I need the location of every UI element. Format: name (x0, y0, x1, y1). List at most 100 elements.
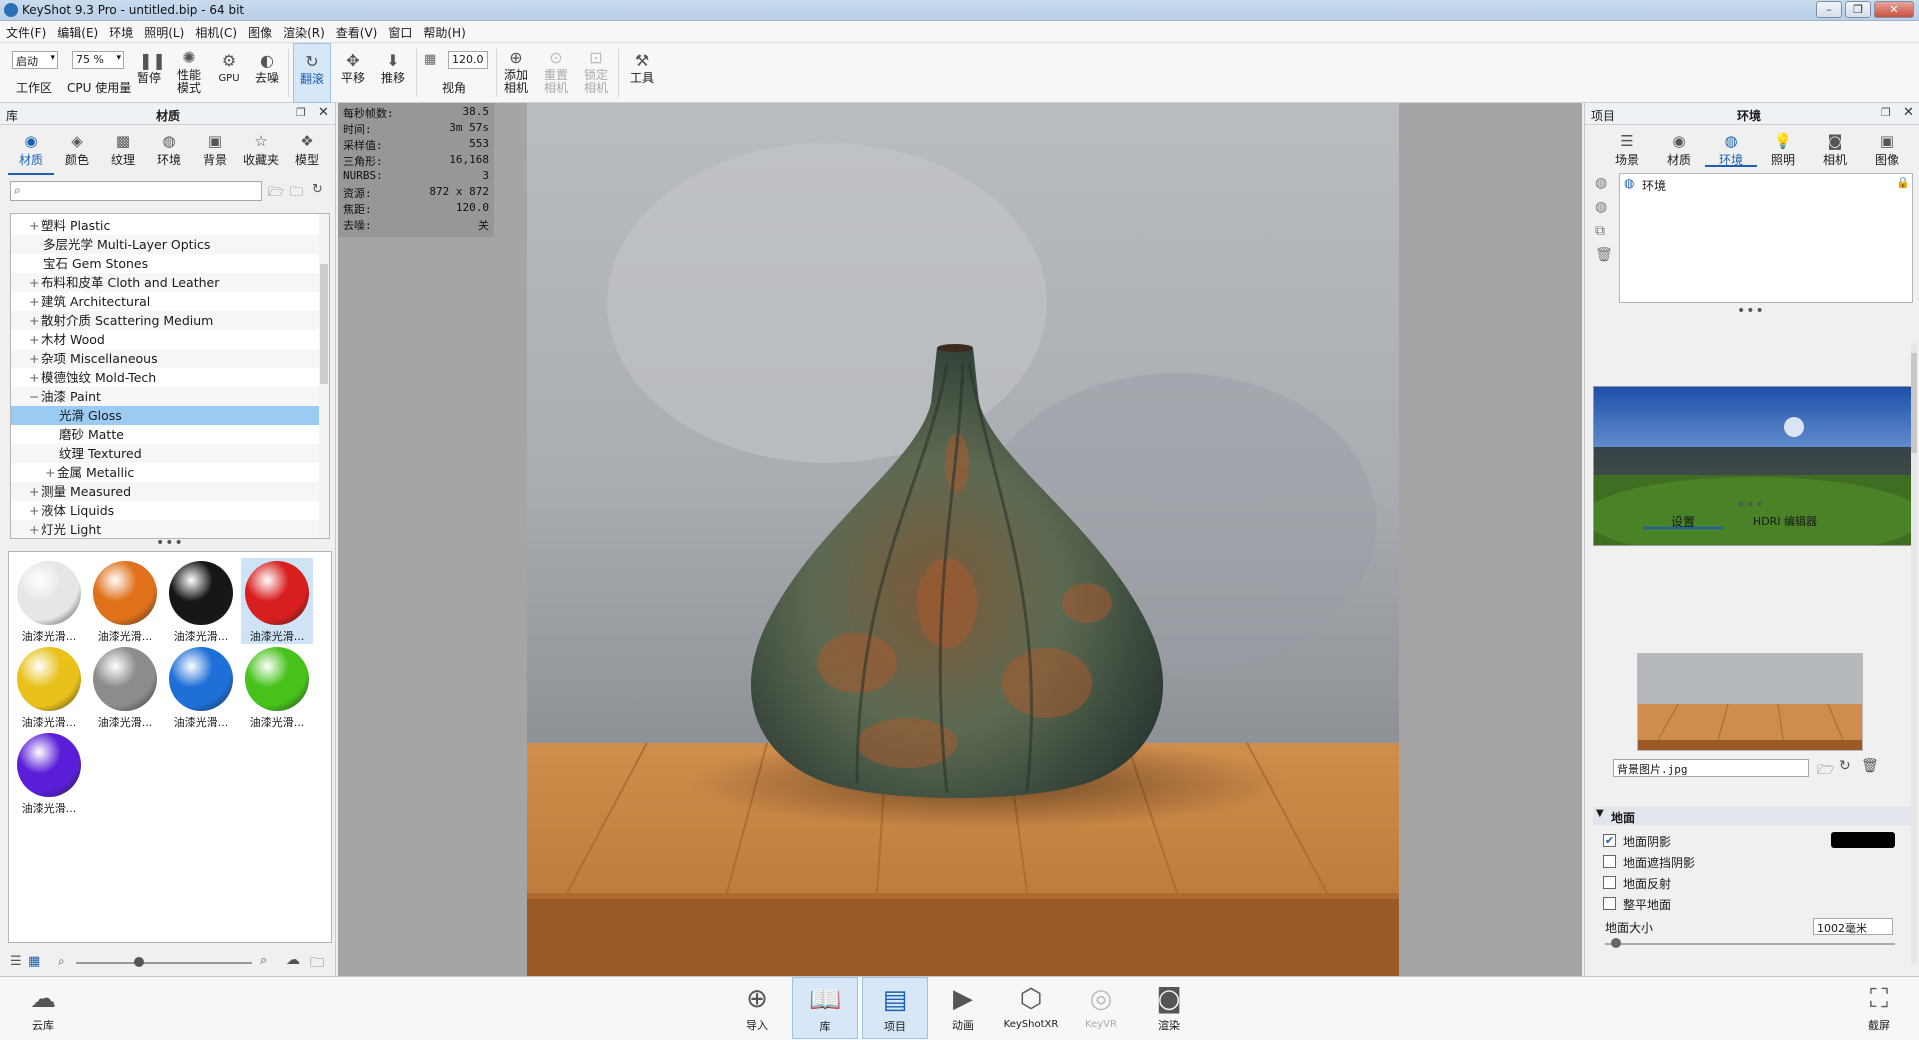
menu-edit[interactable]: 编辑(E) (51, 21, 103, 41)
add-environment-icon[interactable]: ◍ (1595, 175, 1607, 191)
splitter-handle-icon[interactable]: ••• (1737, 303, 1765, 319)
subtab-settings[interactable]: 设置 (1643, 513, 1723, 529)
tab-environment[interactable]: ◍ 环境 (1705, 127, 1757, 167)
undock-icon[interactable]: ❐ (296, 106, 306, 119)
tree-item-gloss[interactable]: 光滑 Gloss (11, 406, 319, 425)
close-panel-icon[interactable]: ✕ (1903, 105, 1914, 120)
ground-occlusion-checkbox[interactable] (1603, 855, 1616, 868)
animation-button[interactable]: ▶ 动画 (930, 977, 996, 1039)
tree-item-multilayer[interactable]: 多层光学 Multi-Layer Optics (11, 235, 319, 254)
tree-item-mold-tech[interactable]: + 模德蚀纹 Mold-Tech (11, 368, 319, 387)
background-image-thumbnail[interactable] (1637, 653, 1863, 751)
tree-item-architectural[interactable]: + 建筑 Architectural (11, 292, 319, 311)
close-window-button[interactable]: ✕ (1874, 1, 1914, 18)
ground-section-header[interactable]: ▼ 地面 (1593, 807, 1913, 825)
add-camera-button[interactable]: ⊕ 添加相机 (500, 43, 532, 103)
menu-help[interactable]: 帮助(H) (417, 21, 470, 41)
tab-colors[interactable]: ◈ 颜色 (54, 127, 100, 175)
tab-backplates[interactable]: ▣ 背景 (192, 127, 238, 175)
material-thumb[interactable]: 油漆光滑... (13, 730, 85, 816)
zoom-out-icon[interactable]: ⌕ (58, 954, 65, 969)
material-thumb[interactable]: 油漆光滑... (89, 558, 161, 644)
refresh-icon[interactable]: ↻ (1839, 758, 1851, 774)
menu-render[interactable]: 渲染(R) (277, 21, 330, 41)
menu-environment[interactable]: 环境 (103, 21, 138, 41)
ground-shadow-color-swatch[interactable] (1831, 832, 1895, 848)
menu-image[interactable]: 图像 (242, 21, 277, 41)
screenshot-button[interactable]: ⛶ 截屏 (1846, 977, 1912, 1039)
refresh-icon[interactable]: ↻ (312, 182, 323, 197)
tree-item-cloth[interactable]: + 布料和皮革 Cloth and Leather (11, 273, 319, 292)
tab-image[interactable]: ▣ 图像 (1861, 127, 1913, 167)
cloud-library-button[interactable]: ☁ 云库 (10, 977, 76, 1039)
tree-item-plastic[interactable]: + 塑料 Plastic (11, 216, 319, 235)
list-view-icon[interactable]: ☰ (10, 954, 22, 969)
ground-reflection-checkbox[interactable] (1603, 876, 1616, 889)
tab-scene[interactable]: ☰ 场景 (1601, 127, 1653, 167)
tab-models[interactable]: ❖ 模型 (284, 127, 330, 175)
tools-button[interactable]: ⚒ 工具 (624, 43, 660, 103)
material-thumb[interactable]: 油漆光滑... (13, 558, 85, 644)
menu-file[interactable]: 文件(F) (0, 21, 51, 41)
ground-size-input[interactable]: 1002毫米 (1813, 918, 1893, 935)
tab-camera[interactable]: ◙ 相机 (1809, 127, 1861, 167)
keyvr-button[interactable]: ◎ KeyVR (1068, 977, 1134, 1039)
folder-icon[interactable]: 🗀 (310, 952, 324, 976)
lock-camera-button[interactable]: ⊡ 锁定相机 (580, 43, 612, 103)
zoom-in-icon[interactable]: ⌕ (260, 953, 267, 968)
field-of-view-input[interactable]: 120.0 (448, 51, 488, 69)
grid-view-icon[interactable]: ▦ (28, 954, 40, 969)
performance-mode-button[interactable]: ✺ 性能模式 (172, 43, 206, 103)
splitter-handle-icon[interactable]: ••• (156, 535, 184, 551)
dolly-button[interactable]: ⬇ 推移 (376, 43, 410, 103)
slider-handle[interactable] (1611, 938, 1621, 948)
material-thumb[interactable]: 油漆光滑... (241, 558, 313, 644)
cpu-usage-dropdown[interactable]: 75 % (72, 51, 124, 69)
menu-camera[interactable]: 相机(C) (189, 21, 242, 41)
tree-item-miscellaneous[interactable]: + 杂项 Miscellaneous (11, 349, 319, 368)
material-thumb[interactable]: 油漆光滑... (89, 644, 161, 730)
cloud-upload-icon[interactable]: ☁ (286, 952, 300, 968)
workspace-dropdown[interactable]: 启动 (12, 51, 58, 69)
subtab-hdri-editor[interactable]: HDRI 编辑器 (1735, 513, 1835, 529)
tree-item-gem-stones[interactable]: 宝石 Gem Stones (11, 254, 319, 273)
trash-icon[interactable]: 🗑 (1595, 247, 1613, 263)
splitter-handle-icon[interactable]: ••• (1737, 497, 1765, 513)
tree-item-measured[interactable]: + 测量 Measured (11, 482, 319, 501)
panel-scrollbar[interactable] (1911, 343, 1917, 963)
menu-window[interactable]: 窗口 (382, 21, 417, 41)
open-folder-icon[interactable]: 🗁 (1817, 759, 1834, 783)
close-panel-icon[interactable]: ✕ (318, 105, 329, 120)
flat-ground-checkbox[interactable] (1603, 897, 1616, 910)
library-button[interactable]: 📖 库 (792, 977, 858, 1039)
copy-environment-icon[interactable]: ⧉ (1595, 223, 1605, 239)
tree-item-textured[interactable]: 纹理 Textured (11, 444, 319, 463)
tree-item-paint[interactable]: − 油漆 Paint (11, 387, 319, 406)
tree-item-wood[interactable]: + 木材 Wood (11, 330, 319, 349)
lock-icon[interactable]: 🔒 (1896, 176, 1910, 189)
project-button[interactable]: ▤ 项目 (862, 977, 928, 1039)
background-file-input[interactable]: 背景图片.jpg (1613, 759, 1809, 777)
tumble-button[interactable]: ↻ 翻滚 (293, 43, 331, 103)
render-button[interactable]: ◙ 渲染 (1136, 977, 1202, 1039)
import-button[interactable]: ⊕ 导入 (724, 977, 790, 1039)
tab-environments[interactable]: ◍ 环境 (146, 127, 192, 175)
tree-scrollbar[interactable] (319, 214, 329, 538)
material-thumb[interactable]: 油漆光滑... (165, 558, 237, 644)
material-thumb[interactable]: 油漆光滑... (13, 644, 85, 730)
material-thumb[interactable]: 油漆光滑... (241, 644, 313, 730)
tree-item-matte[interactable]: 磨砂 Matte (11, 425, 319, 444)
ground-shadow-checkbox[interactable]: ✔ (1603, 834, 1616, 847)
undock-icon[interactable]: ❐ (1881, 106, 1891, 119)
tree-item-liquids[interactable]: + 液体 Liquids (11, 501, 319, 520)
pan-button[interactable]: ✥ 平移 (336, 43, 370, 103)
menu-lighting[interactable]: 照明(L) (138, 21, 189, 41)
ground-size-slider[interactable] (1605, 943, 1895, 945)
pause-button[interactable]: ❚❚ 暂停 (134, 43, 166, 103)
keyshotxr-button[interactable]: ⬡ KeyShotXR (998, 977, 1064, 1039)
tree-scroll-thumb[interactable] (320, 264, 328, 384)
material-thumb[interactable]: 油漆光滑... (165, 644, 237, 730)
tab-materials[interactable]: ◉ 材质 (8, 127, 54, 175)
add-folder-icon[interactable]: 🗀 (290, 183, 303, 205)
duplicate-environment-icon[interactable]: ◍ (1595, 199, 1607, 215)
